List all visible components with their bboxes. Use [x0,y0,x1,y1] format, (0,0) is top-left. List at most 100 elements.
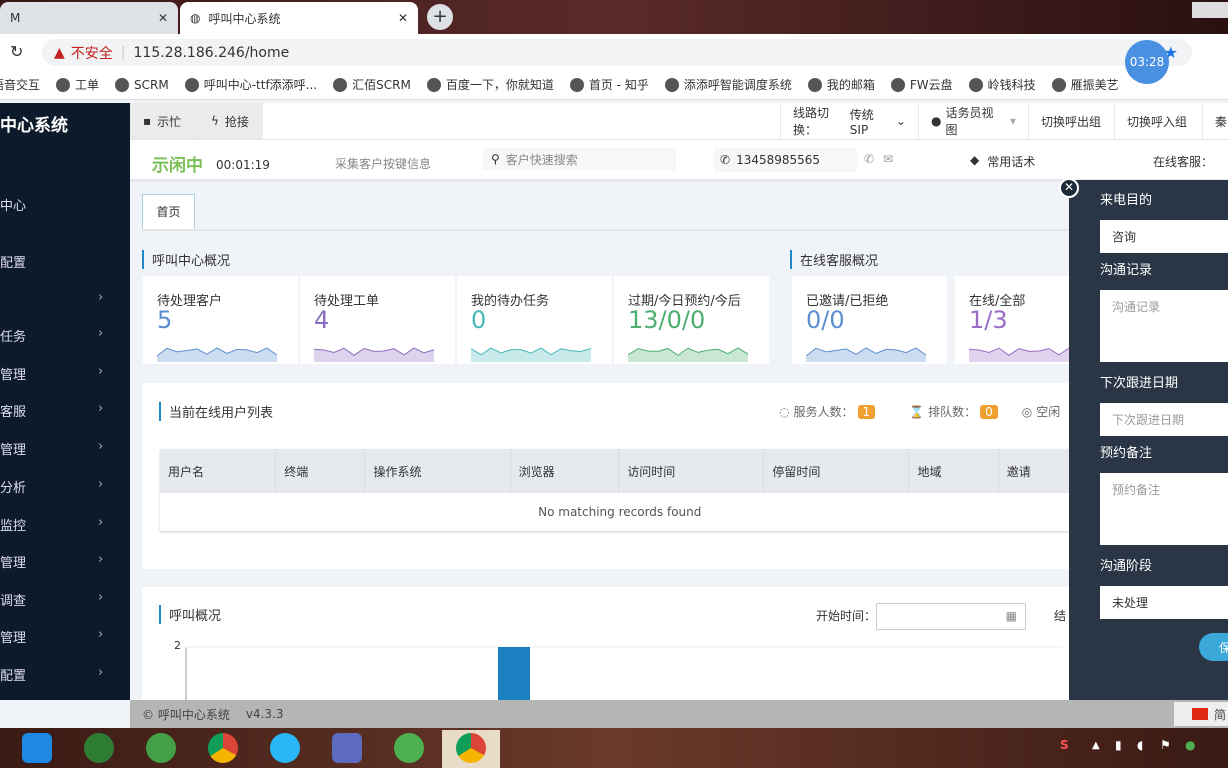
sogou-icon[interactable]: S [1060,738,1069,752]
column-header[interactable]: 终端 [275,449,366,493]
kpi-card[interactable]: 在线/全部 1/3 [955,276,1090,364]
switch-out-group-button[interactable]: 切换呼出组 [1028,103,1113,139]
sidebar-item[interactable]: 监控 › [0,515,130,534]
bookmark[interactable]: 首页 - 知乎 [569,76,649,93]
sidebar-item[interactable]: 中心 [0,195,130,214]
stage-select[interactable]: 未处理 [1100,586,1228,619]
close-panel-button[interactable]: ✕ [1059,178,1079,198]
column-header[interactable]: 停留时间 [763,449,910,493]
mail-icon[interactable]: ✉ [883,152,893,166]
kpi-card[interactable]: 待处理客户 5 [143,276,298,364]
sidebar-item[interactable]: 管理 › [0,552,130,571]
app-icon[interactable] [270,733,300,763]
bookmark[interactable]: 添添呼智能调度系统 [664,76,792,93]
note-textarea[interactable]: 预约备注 [1100,473,1228,545]
column-header[interactable]: 浏览器 [510,449,620,493]
column-header[interactable]: 访问时间 [618,449,765,493]
call-icon[interactable]: ✆ [864,152,874,166]
bookmark[interactable]: 雁振美艺 [1051,76,1119,93]
bookmark[interactable]: 我的邮箱 [807,76,875,93]
sidebar-item[interactable]: 分析 › [0,477,130,496]
kpi-value: 13/0/0 [628,306,706,334]
language-switch[interactable]: 简 [1174,702,1228,726]
bookmark[interactable]: 岭钱科技 [968,76,1036,93]
bookmark[interactable]: 百度一下，你就知道 [426,76,554,93]
sidebar-item-label: 管理 [0,368,27,383]
new-tab-button[interactable]: + [427,4,453,30]
record-textarea[interactable]: 沟通记录 [1100,290,1228,362]
search-icon: ⚲ [491,152,500,166]
kpi-card[interactable]: 待处理工单 4 [300,276,455,364]
y-tick-label: 2 [174,639,181,652]
tab-home[interactable]: 首页 [142,194,195,230]
wps-icon[interactable] [332,733,362,763]
sidebar-item[interactable]: 管理 › [0,627,130,646]
column-header[interactable]: 用户名 [160,449,277,493]
switch-in-group-button[interactable]: 切换呼入组 [1114,103,1199,139]
sidebar-item[interactable]: 任务 › [0,326,130,345]
floating-timer[interactable]: 03:28 [1125,40,1169,84]
note-label: 预约备注 [1100,446,1153,461]
reload-icon[interactable]: ↻ [10,42,23,61]
browser-tab-active[interactable]: ◍ 呼叫中心系统 ✕ [180,2,418,34]
purpose-label: 来电目的 [1100,193,1153,208]
phone-input[interactable]: ✆ 13458985565 [714,148,857,172]
column-header[interactable]: 邀请 [998,449,1081,493]
bookmark[interactable]: FW云盘 [890,76,953,93]
close-icon[interactable]: ✕ [398,11,408,25]
app-icon[interactable] [146,733,176,763]
wechat-icon[interactable] [394,733,424,763]
start-time-label: 开始时间： [816,609,877,623]
sidebar-item[interactable]: 管理 › [0,364,130,383]
evernote-icon[interactable] [84,733,114,763]
line-label: 线路切换： [793,106,830,137]
grab-button[interactable]: ϟ 抢接 [198,103,263,139]
more-button[interactable]: 秦 [1202,103,1228,139]
view-select[interactable]: ● 话务员视图 ▾ [918,103,1028,139]
customer-search-input[interactable]: ⚲ 客户快速搜索 [483,148,676,170]
sidebar-item-label: 管理 [0,443,27,458]
sidebar-item[interactable]: 配置 [0,252,130,271]
chrome-active-icon[interactable] [456,733,486,763]
network-icon[interactable]: ● [1185,738,1195,752]
bookmark[interactable]: 语音交互 [0,76,40,93]
save-button[interactable]: 保 [1199,633,1228,661]
kpi-card[interactable]: 过期/今日预约/今后 13/0/0 [614,276,769,364]
sidebar-item[interactable]: 配置 › [0,665,130,684]
app-icon[interactable] [22,733,52,763]
url-field[interactable]: ▲ 不安全 | 115.28.186.246/home ★ [42,39,1192,66]
view-label: 话务员视图 [945,106,994,137]
kpi-card[interactable]: 我的待办任务 0 [457,276,612,364]
minimize-button[interactable] [1192,2,1228,18]
flag-icon[interactable]: ⚑ [1160,738,1171,752]
sidebar-item[interactable]: 客服 › [0,401,130,420]
serving-label: 服务人数： [793,405,854,419]
column-header[interactable]: 操作系统 [364,449,511,493]
volume-icon[interactable]: ◖ [1137,738,1143,752]
browser-tab[interactable]: M ✕ [0,2,178,34]
chevron-right-icon: › [98,364,104,379]
collect-keys-button[interactable]: 采集客户按键信息 [335,155,431,172]
chrome-icon[interactable] [208,733,238,763]
bookmark-icon [184,77,199,92]
tray-expand-icon[interactable]: ▲ [1092,740,1100,751]
bookmark[interactable]: 工单 [56,76,99,93]
battery-icon[interactable]: ▮ [1115,738,1122,752]
sidebar-item[interactable]: 调查 › [0,590,130,609]
bookmark[interactable]: SCRM [115,77,169,92]
busy-button[interactable]: ▪ 示忙 [130,103,198,139]
start-time-input[interactable]: ▦ [876,603,1026,630]
sidebar-item-label: 监控 [0,519,27,534]
column-header[interactable]: 地域 [908,449,999,493]
line-switch-select[interactable]: 线路切换： 传统SIP ⌄ [780,103,918,139]
phone-number: 13458985565 [736,153,821,167]
sidebar-item[interactable]: 管理 › [0,439,130,458]
scripts-button[interactable]: ◆ 常用话术 [970,153,1035,170]
purpose-select[interactable]: 咨询 [1100,220,1228,253]
next-date-input[interactable]: 下次跟进日期 [1100,403,1228,436]
close-icon[interactable]: ✕ [158,11,168,25]
kpi-card[interactable]: 已邀请/已拒绝 0/0 [792,276,947,364]
bookmark[interactable]: 汇佰SCRM [333,76,411,93]
sidebar-item-label: 调查 [0,594,27,609]
bookmark[interactable]: 呼叫中心-ttf添添呼... [184,76,317,93]
